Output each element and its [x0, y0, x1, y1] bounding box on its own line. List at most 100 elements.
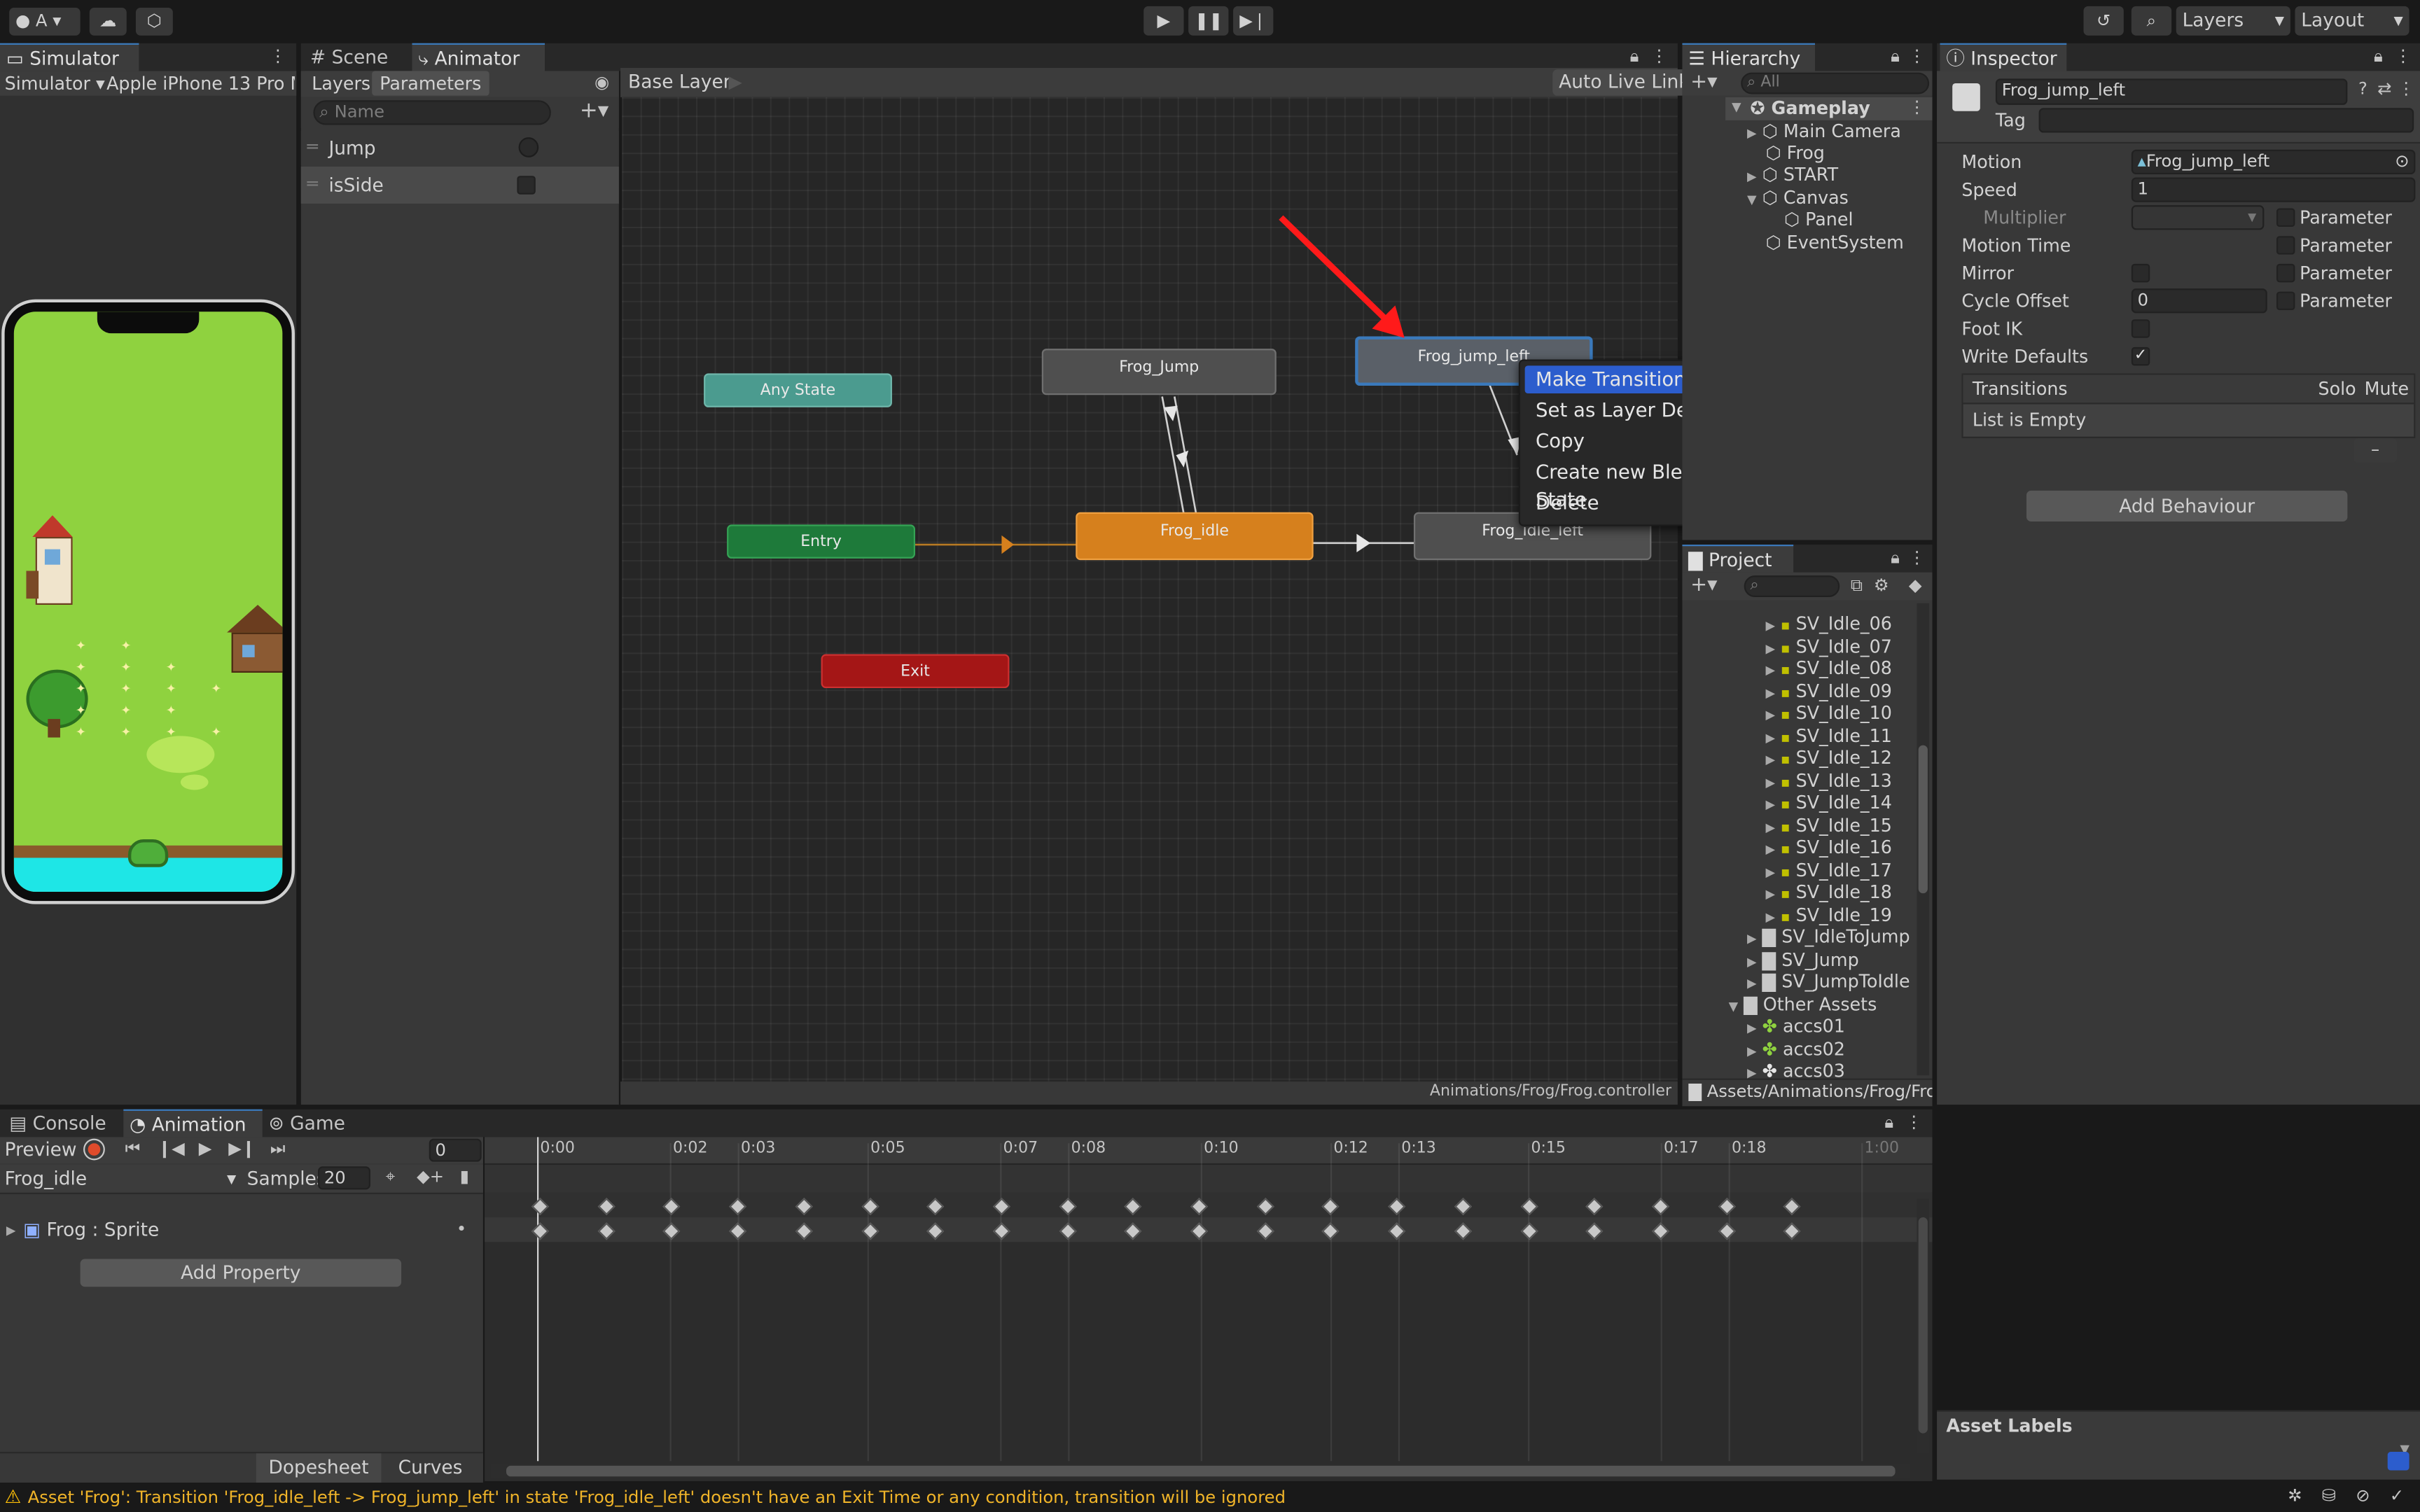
- expand-arrow-icon[interactable]: ▶: [1765, 864, 1775, 878]
- state-name-input[interactable]: Frog_jump_left: [1995, 78, 2348, 105]
- object-picker-icon[interactable]: ⊙: [2395, 151, 2409, 173]
- project-item[interactable]: ▶ ▪ SV_Idle_19: [1765, 903, 1891, 925]
- record-button[interactable]: [85, 1140, 104, 1159]
- project-folder[interactable]: ▼ ▇ Other Assets: [1729, 993, 1877, 1014]
- collapse-arrow-icon[interactable]: ▼: [1732, 100, 1741, 114]
- cache-icon[interactable]: ⛁: [2318, 1486, 2340, 1508]
- tab-console[interactable]: ▤ Console: [3, 1110, 123, 1138]
- tab-game[interactable]: ⊚ Game: [263, 1110, 364, 1138]
- cycle-offset-parameter-checkbox[interactable]: [2276, 291, 2295, 311]
- project-scrollbar[interactable]: [1917, 603, 1930, 1076]
- hierarchy-search-input[interactable]: ⌕ All: [1741, 72, 1930, 94]
- collapse-arrow-icon[interactable]: ▼: [1729, 999, 1739, 1013]
- kebab-menu-icon[interactable]: ⋮: [1905, 1112, 1923, 1134]
- parameter-row[interactable]: ═ isSide: [300, 167, 619, 204]
- mirror-parameter-checkbox[interactable]: [2276, 263, 2295, 283]
- project-asset[interactable]: ▶ ✤ accs02: [1747, 1037, 1845, 1059]
- hierarchy-item[interactable]: ⬡ Panel: [1784, 209, 1854, 230]
- kebab-menu-icon[interactable]: ⋮: [1907, 46, 1926, 68]
- expand-arrow-icon[interactable]: ▶: [1747, 1021, 1757, 1035]
- status-bar[interactable]: ⚠ Asset 'Frog': Transition 'Frog_idle_le…: [0, 1483, 2420, 1512]
- hierarchy-item[interactable]: ⬡ Frog: [1765, 142, 1824, 164]
- kebab-menu-icon[interactable]: ⋮: [1650, 46, 1668, 68]
- expand-arrow-icon[interactable]: ▶: [1747, 1044, 1757, 1058]
- hierarchy-item[interactable]: ▼ ⬡ Canvas: [1747, 187, 1849, 209]
- search-button[interactable]: ⌕: [2131, 6, 2172, 36]
- network-icon[interactable]: ⊘: [2352, 1486, 2374, 1508]
- collab-button[interactable]: ⬡: [135, 8, 173, 36]
- lock-icon[interactable]: 🔒︎: [2369, 46, 2387, 68]
- expand-arrow-icon[interactable]: ▶: [1765, 708, 1775, 722]
- project-item[interactable]: ▶ ▪ SV_Idle_16: [1765, 836, 1891, 858]
- dopesheet-panel[interactable]: 0:00 0:02 0:03 0:05 0:07 0:08 0:10 0:12 0:13 0:15…: [485, 1137, 1933, 1481]
- eye-icon[interactable]: ◉: [591, 73, 613, 94]
- tab-inspector[interactable]: ⓘ Inspector: [1940, 43, 2067, 73]
- project-item[interactable]: ▶ ▪ SV_Idle_08: [1765, 657, 1891, 679]
- layers-dropdown[interactable]: Layers ▾: [2176, 6, 2290, 36]
- filter-icon[interactable]: ⚙: [1870, 575, 1892, 597]
- cloud-button[interactable]: ☁: [89, 8, 127, 36]
- scroll-thumb[interactable]: [1918, 745, 1928, 894]
- expand-arrow-icon[interactable]: ▶: [1765, 619, 1775, 633]
- kebab-menu-icon[interactable]: ⋮: [1907, 97, 1926, 119]
- expand-arrow-icon[interactable]: ▶: [1765, 753, 1775, 767]
- preview-button[interactable]: Preview: [5, 1139, 77, 1161]
- step-button[interactable]: ▶❘: [1233, 6, 1274, 36]
- kebab-menu-icon[interactable]: ⋮: [1907, 547, 1926, 569]
- cycle-offset-input[interactable]: 0: [2131, 288, 2267, 314]
- add-keyframe-icon[interactable]: ◆+: [417, 1166, 444, 1188]
- parameter-row[interactable]: ═ Jump: [300, 131, 619, 165]
- motion-time-parameter-checkbox[interactable]: [2276, 236, 2295, 255]
- lock-icon[interactable]: 🔒︎: [1880, 1112, 1898, 1134]
- check-icon[interactable]: ✓: [2386, 1486, 2408, 1508]
- preset-icon[interactable]: ⇄: [2375, 78, 2393, 100]
- scroll-thumb[interactable]: [1918, 1217, 1928, 1434]
- expand-arrow-icon[interactable]: ▶: [1765, 798, 1775, 812]
- project-item[interactable]: ▶ ▪ SV_Idle_12: [1765, 747, 1891, 769]
- expand-arrow-icon[interactable]: ▶: [1765, 664, 1775, 678]
- trigger-radio[interactable]: [518, 137, 539, 158]
- project-item[interactable]: ▶ ▪ SV_Idle_11: [1765, 724, 1891, 746]
- account-button[interactable]: ● A ▾: [9, 8, 81, 36]
- game-view[interactable]: ✦ ✦ ✦ ✦ ✦ ✦ ✦ ✦ ✦ ✦ ✦ ✦ ✦ ✦ ✦ ✦: [13, 312, 283, 892]
- add-behaviour-button[interactable]: Add Behaviour: [2026, 490, 2348, 522]
- help-icon[interactable]: ?: [2353, 78, 2372, 100]
- first-key-icon[interactable]: ⏮: [120, 1139, 145, 1161]
- project-asset[interactable]: ▶ ✤ accs01: [1747, 1015, 1845, 1037]
- mirror-checkbox[interactable]: [2131, 263, 2150, 283]
- tab-hierarchy[interactable]: ☰ Hierarchy: [1682, 43, 1816, 73]
- last-key-icon[interactable]: ⏭: [265, 1139, 290, 1161]
- state-machine-graph[interactable]: Any State Entry Exit Frog_Jump Frog_idle…: [622, 97, 1678, 1082]
- add-parameter-button[interactable]: +▾: [576, 100, 613, 122]
- speed-input[interactable]: 1: [2131, 177, 2416, 202]
- property-options-icon[interactable]: •: [451, 1219, 473, 1240]
- remove-transition-button[interactable]: –: [2353, 438, 2397, 463]
- project-item[interactable]: ▶ ▪ SV_Idle_15: [1765, 814, 1891, 836]
- kebab-menu-icon[interactable]: ⋮: [2394, 46, 2412, 68]
- tab-dopesheet[interactable]: Dopesheet: [256, 1453, 382, 1483]
- device-dropdown[interactable]: Apple iPhone 13 Pro Ma: [106, 73, 295, 94]
- expand-arrow-icon[interactable]: ▶: [1765, 731, 1775, 745]
- multiplier-dropdown[interactable]: ▾: [2131, 205, 2265, 230]
- auto-live-link-button[interactable]: Auto Live Link: [1552, 69, 1696, 96]
- expand-arrow-icon[interactable]: ▶: [1765, 820, 1775, 834]
- project-item[interactable]: ▶ ▪ SV_Idle_10: [1765, 702, 1891, 724]
- tab-curves[interactable]: Curves: [386, 1453, 475, 1483]
- search-by-type-icon[interactable]: ⧉: [1846, 575, 1868, 597]
- breadcrumb[interactable]: Base Layer: [628, 71, 731, 92]
- project-folder[interactable]: ▶ ▇ SV_Jump: [1747, 948, 1859, 969]
- expand-arrow-icon[interactable]: ▶: [1765, 842, 1775, 856]
- project-folder[interactable]: ▶ ▇ SV_IdleToJump: [1747, 925, 1910, 947]
- dopesheet-vscroll[interactable]: [1917, 1198, 1930, 1454]
- expand-arrow-icon[interactable]: ▶: [1765, 686, 1775, 700]
- expand-arrow-icon[interactable]: ▶: [1765, 776, 1775, 790]
- project-item[interactable]: ▶ ▪ SV_Idle_07: [1765, 635, 1891, 657]
- tab-project[interactable]: ▇ Project: [1682, 545, 1794, 574]
- lock-icon[interactable]: 🔒︎: [1886, 46, 1904, 68]
- multiplier-parameter-checkbox[interactable]: [2276, 208, 2295, 227]
- tab-animation[interactable]: ◔ Animation: [123, 1109, 263, 1139]
- kebab-menu-icon[interactable]: ⋮: [2397, 78, 2415, 100]
- lock-icon[interactable]: 🔒︎: [1625, 46, 1643, 68]
- expand-arrow-icon[interactable]: ▶: [1765, 887, 1775, 901]
- add-asset-button[interactable]: +▾: [1685, 575, 1723, 597]
